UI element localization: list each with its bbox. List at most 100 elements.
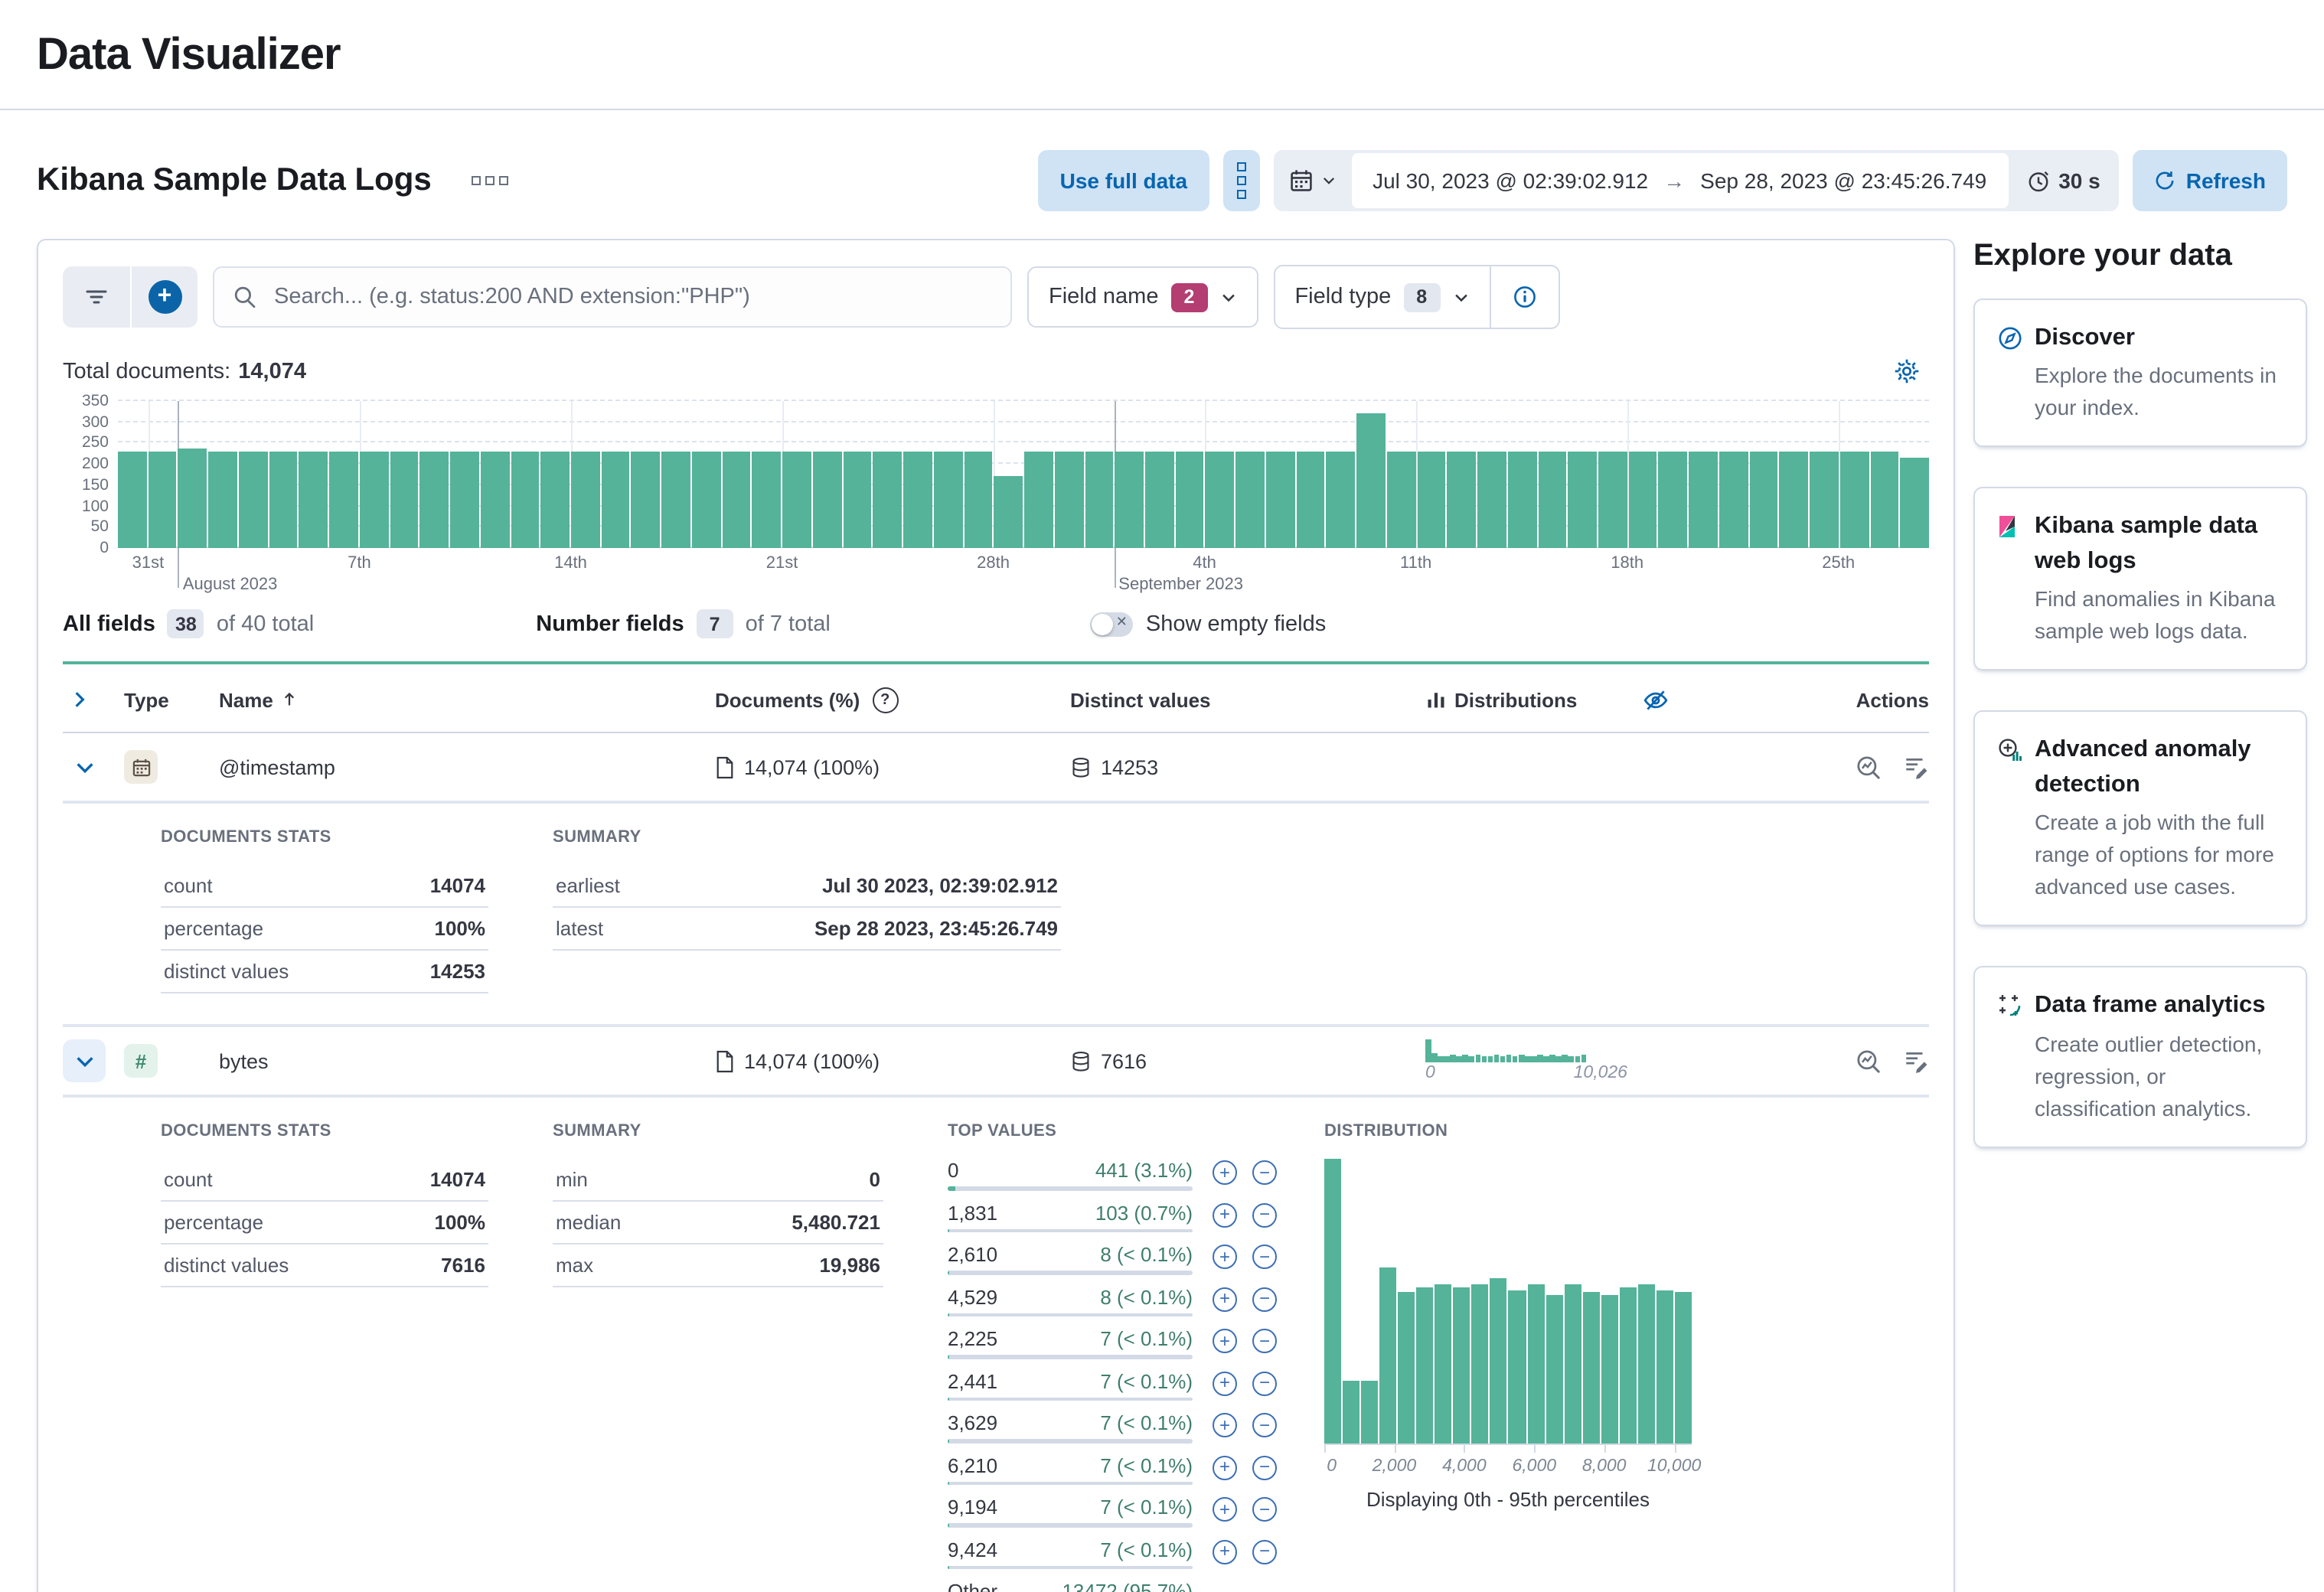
edit-field-button[interactable] xyxy=(1903,1048,1929,1074)
card-discover[interactable]: Discover Explore the documents in your i… xyxy=(1973,298,2307,448)
calendar-icon xyxy=(1288,168,1313,193)
date-range-field[interactable]: Jul 30, 2023 @ 02:39:02.912 → Sep 28, 20… xyxy=(1351,153,2008,208)
filter-menu-button[interactable] xyxy=(63,266,130,328)
chart-settings-button[interactable] xyxy=(1885,357,1929,386)
index-title: Kibana Sample Data Logs xyxy=(37,162,432,199)
stat-row: median5,480.721 xyxy=(553,1202,883,1245)
top-value-label: 9,194 xyxy=(948,1496,997,1519)
field-row-bytes[interactable]: # bytes 14,074 (100%) 7616 xyxy=(63,1027,1929,1098)
question-mark-icon[interactable]: ? xyxy=(872,687,898,713)
stat-row: percentage100% xyxy=(161,1202,488,1245)
top-value-label: 3,629 xyxy=(948,1411,997,1434)
top-value-main: 6,2107 (< 0.1%) xyxy=(948,1453,1193,1485)
card-sample-web-logs[interactable]: Kibana sample data web logs Find anomali… xyxy=(1973,488,2307,671)
filter-out-value-button[interactable]: − xyxy=(1252,1539,1277,1564)
filter-for-value-button[interactable]: + xyxy=(1213,1287,1237,1311)
filter-for-value-button[interactable]: + xyxy=(1213,1539,1237,1564)
axis-tick xyxy=(1674,1445,1676,1453)
stat-label: median xyxy=(556,1211,621,1234)
event-histogram-bar xyxy=(903,452,932,548)
field-type-select[interactable]: Field type 8 xyxy=(1275,266,1489,328)
date-end[interactable]: Sep 28, 2023 @ 23:45:26.749 xyxy=(1700,168,1986,193)
card-data-frame-analytics[interactable]: Data frame analytics Create outlier dete… xyxy=(1973,967,2307,1148)
filter-for-value-button[interactable]: + xyxy=(1213,1160,1237,1185)
refresh-interval-button[interactable]: 30 s xyxy=(2008,150,2119,211)
add-filter-button[interactable]: + xyxy=(130,266,197,328)
top-value-bar-fill xyxy=(948,1397,950,1401)
explore-in-lens-button[interactable] xyxy=(1856,754,1882,780)
mini-distribution-bar xyxy=(1506,1055,1512,1062)
lens-chart-icon xyxy=(1856,754,1882,780)
event-histogram-bar xyxy=(360,452,388,548)
card-advanced-anomaly-detection[interactable]: Advanced anomaly detection Create a job … xyxy=(1973,711,2307,927)
filter-out-value-button[interactable]: − xyxy=(1252,1497,1277,1522)
bytes-distribution-x-axis: 02,0004,0006,0008,00010,000 xyxy=(1324,1445,1692,1485)
use-full-data-button[interactable]: Use full data xyxy=(1039,150,1209,211)
fields-summary-bar: All fields 38 of 40 total Number fields … xyxy=(63,609,1929,638)
calendar-menu-button[interactable] xyxy=(1273,150,1351,211)
show-empty-fields-toggle[interactable]: ✕ xyxy=(1091,612,1134,636)
top-value-count: 7 (< 0.1%) xyxy=(1100,1327,1193,1350)
filter-out-value-button[interactable]: − xyxy=(1252,1455,1277,1479)
col-type[interactable]: Type xyxy=(124,688,219,711)
field-row-timestamp[interactable]: @timestamp 14,074 (100%) 14253 xyxy=(63,733,1929,804)
distribution-bar xyxy=(1675,1293,1692,1444)
event-histogram-bar xyxy=(1085,452,1113,548)
event-histogram-bar xyxy=(1689,451,1717,548)
stat-value: 7616 xyxy=(441,1254,485,1277)
stat-label: count xyxy=(164,1168,213,1191)
mini-distribution-bar xyxy=(1463,1055,1468,1062)
distribution-bar xyxy=(1398,1293,1415,1444)
database-icon xyxy=(1070,1049,1092,1072)
filter-out-value-button[interactable]: − xyxy=(1252,1245,1277,1269)
edit-field-button[interactable] xyxy=(1903,754,1929,780)
filter-for-value-button[interactable]: + xyxy=(1213,1413,1237,1437)
collapse-timestamp-button[interactable] xyxy=(63,745,106,788)
stat-label: min xyxy=(556,1168,588,1191)
filter-for-value-button[interactable]: + xyxy=(1213,1455,1237,1479)
search-input[interactable] xyxy=(271,283,992,311)
boxes-horizontal-icon xyxy=(472,176,481,185)
refresh-button[interactable]: Refresh xyxy=(2133,150,2287,211)
filter-out-value-button[interactable]: − xyxy=(1252,1371,1277,1395)
document-icon xyxy=(715,1049,735,1072)
documents-value: 14,074 (100%) xyxy=(744,755,880,778)
explore-in-lens-button[interactable] xyxy=(1856,1048,1882,1074)
mini-distribution-bar xyxy=(1568,1055,1574,1062)
distribution-bar xyxy=(1657,1290,1673,1444)
filter-out-value-button[interactable]: − xyxy=(1252,1413,1277,1437)
top-value-main: 2,6108 (< 0.1%) xyxy=(948,1243,1193,1274)
index-options-button[interactable] xyxy=(465,170,514,191)
info-button[interactable] xyxy=(1490,266,1558,328)
filter-out-value-button[interactable]: − xyxy=(1252,1202,1277,1227)
event-chart-y-axis: 050100150200250300350 xyxy=(63,401,118,548)
filter-for-value-button[interactable]: + xyxy=(1213,1202,1237,1227)
database-icon xyxy=(1070,755,1092,778)
filter-for-value-button[interactable]: + xyxy=(1213,1245,1237,1269)
field-name-select[interactable]: Field name 2 xyxy=(1027,266,1258,328)
top-value-row: 3,6297 (< 0.1%)+− xyxy=(948,1411,1281,1443)
col-documents[interactable]: Documents (%) ? xyxy=(715,687,1070,713)
info-icon xyxy=(1512,285,1536,309)
col-name[interactable]: Name xyxy=(219,688,715,711)
mini-distribution-bar xyxy=(1469,1055,1474,1062)
distribution-bar xyxy=(1546,1296,1562,1444)
hide-distributions-button[interactable] xyxy=(1634,685,1678,714)
distribution-title: DISTRIBUTION xyxy=(1324,1122,1692,1140)
date-picker[interactable]: Jul 30, 2023 @ 02:39:02.912 → Sep 28, 20… xyxy=(1273,150,2119,211)
index-bar: Kibana Sample Data Logs Use full data xyxy=(0,110,2324,239)
sampling-menu-button[interactable] xyxy=(1222,150,1259,211)
top-value-row: 1,831103 (0.7%)+− xyxy=(948,1201,1281,1232)
distribution-bar xyxy=(1343,1381,1359,1444)
filter-for-value-button[interactable]: + xyxy=(1213,1329,1237,1353)
filter-for-value-button[interactable]: + xyxy=(1213,1497,1237,1522)
collapse-bytes-button[interactable] xyxy=(63,1039,106,1082)
expand-all-button[interactable] xyxy=(63,683,96,716)
filter-out-value-button[interactable]: − xyxy=(1252,1287,1277,1311)
filter-for-value-button[interactable]: + xyxy=(1213,1371,1237,1395)
number-fields-label: Number fields xyxy=(536,612,684,636)
col-distinct-values[interactable]: Distinct values xyxy=(1070,688,1425,711)
filter-out-value-button[interactable]: − xyxy=(1252,1160,1277,1185)
filter-out-value-button[interactable]: − xyxy=(1252,1329,1277,1353)
date-start[interactable]: Jul 30, 2023 @ 02:39:02.912 xyxy=(1373,168,1648,193)
